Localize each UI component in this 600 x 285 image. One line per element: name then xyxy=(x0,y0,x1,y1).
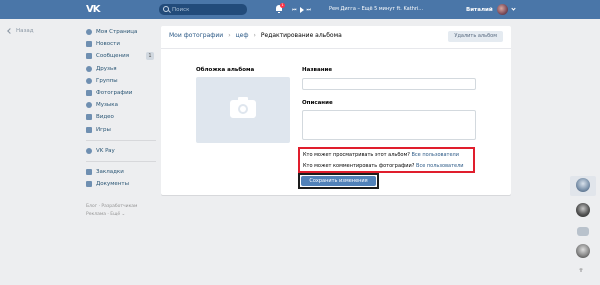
user-name: Виталий xyxy=(466,6,493,13)
back-link[interactable]: Назад xyxy=(7,28,34,34)
camera-icon[interactable] xyxy=(577,227,589,236)
footer-links-1[interactable]: Блог · Разработчикам xyxy=(86,203,137,211)
player-controls: ⏮ ⏭ xyxy=(292,5,311,14)
album-cover-placeholder[interactable] xyxy=(196,77,290,143)
now-playing-track[interactable]: Рем Дигга – Ещё 5 минут ft. Kathri... xyxy=(329,5,423,14)
sidebar-item-documents[interactable]: Документы xyxy=(86,178,156,190)
sidebar-item-label: Видео xyxy=(96,114,114,121)
search-icon xyxy=(163,6,169,12)
description-label: Описание xyxy=(302,100,333,106)
play-icon[interactable] xyxy=(299,6,304,13)
comment-privacy-question: Кто может комментировать фотографии? xyxy=(303,163,415,169)
back-label: Назад xyxy=(16,28,34,34)
vkpay-icon xyxy=(86,147,92,154)
view-privacy-row: Кто может просматривать этот альбом? Все… xyxy=(303,152,459,158)
notifications-badge: 1 xyxy=(280,3,285,8)
sidebar: Моя Страница Новости Сообщения 1 Друзья Г… xyxy=(86,26,156,190)
header-divider xyxy=(161,48,511,49)
prev-icon[interactable]: ⏮ xyxy=(292,7,297,13)
page-title: Редактирование альбома xyxy=(260,32,342,39)
footer-links-2[interactable]: Реклама · Ещё ⌄ xyxy=(86,211,137,219)
breadcrumb-separator: › xyxy=(228,32,231,39)
breadcrumb: Мои фотографии › цеф › Редактирование ал… xyxy=(169,32,342,39)
sidebar-item-label: Друзья xyxy=(96,65,117,72)
chat-avatar[interactable] xyxy=(576,203,590,217)
view-privacy-selector[interactable]: Все пользователи xyxy=(412,152,459,158)
sidebar-item-vkpay[interactable]: VK Pay xyxy=(86,145,156,157)
documents-icon xyxy=(86,181,92,188)
sidebar-item-music[interactable]: Музыка xyxy=(86,99,156,111)
chat-avatar[interactable] xyxy=(576,178,590,192)
games-icon xyxy=(86,126,92,133)
vk-logo[interactable]: VK xyxy=(86,4,104,15)
sidebar-item-label: Группы xyxy=(96,77,118,84)
privacy-settings-highlight: Кто может просматривать этот альбом? Все… xyxy=(298,147,475,173)
sidebar-item-label: Фотографии xyxy=(96,90,133,97)
album-description-input[interactable] xyxy=(302,110,476,140)
chat-avatar[interactable] xyxy=(576,244,590,258)
album-edit-card: Мои фотографии › цеф › Редактирование ал… xyxy=(161,26,511,195)
name-label: Название xyxy=(302,67,333,73)
avatar xyxy=(496,4,508,15)
notifications-button[interactable]: 1 xyxy=(275,3,285,14)
search-box[interactable] xyxy=(159,4,247,15)
sidebar-item-label: VK Pay xyxy=(96,147,115,154)
camera-icon xyxy=(230,97,256,118)
sidebar-item-label: Сообщения xyxy=(96,53,130,60)
cover-label: Обложка альбома xyxy=(196,67,255,73)
sidebar-item-bookmarks[interactable]: Закладки xyxy=(86,166,156,178)
chat-icon xyxy=(86,53,92,60)
save-button-highlight: Сохранить изменения xyxy=(298,173,379,189)
sidebar-item-video[interactable]: Видео xyxy=(86,111,156,123)
groups-icon xyxy=(86,77,92,84)
user-menu[interactable]: Виталий xyxy=(466,4,516,15)
sidebar-item-news[interactable]: Новости xyxy=(86,38,156,50)
breadcrumb-separator: › xyxy=(253,32,256,39)
sidebar-divider xyxy=(86,139,156,141)
news-icon xyxy=(86,41,92,48)
delete-album-button[interactable]: Удалить альбом xyxy=(448,31,503,42)
sidebar-item-games[interactable]: Игры xyxy=(86,124,156,136)
sidebar-item-label: Музыка xyxy=(96,102,118,109)
messages-count-badge: 1 xyxy=(146,52,154,61)
friends-icon xyxy=(86,65,92,72)
album-name-input[interactable] xyxy=(302,78,476,90)
breadcrumb-my-photos[interactable]: Мои фотографии xyxy=(169,32,223,39)
comment-privacy-selector[interactable]: Все пользователи xyxy=(416,163,463,169)
next-icon[interactable]: ⏭ xyxy=(307,7,312,13)
save-changes-button[interactable]: Сохранить изменения xyxy=(301,176,376,186)
sidebar-item-photos[interactable]: Фотографии xyxy=(86,87,156,99)
music-icon xyxy=(86,102,92,109)
breadcrumb-album[interactable]: цеф xyxy=(236,32,249,39)
search-input[interactable] xyxy=(172,4,244,15)
top-bar: VK 1 ⏮ ⏭ Рем Дигга – Ещё 5 минут ft. Kat… xyxy=(0,0,600,19)
photo-icon xyxy=(86,90,92,97)
video-icon xyxy=(86,114,92,121)
home-icon xyxy=(86,29,92,36)
sidebar-divider xyxy=(86,160,156,162)
chevron-down-icon xyxy=(511,6,516,11)
rail-collapse-icon[interactable]: ⇈ xyxy=(579,268,583,274)
sidebar-item-label: Моя Страница xyxy=(96,29,138,36)
sidebar-item-label: Закладки xyxy=(96,168,124,175)
view-privacy-question: Кто может просматривать этот альбом? xyxy=(303,152,410,158)
chevron-left-icon xyxy=(7,28,13,34)
sidebar-item-friends[interactable]: Друзья xyxy=(86,63,156,75)
bookmarks-icon xyxy=(86,168,92,175)
sidebar-footer: Блог · Разработчикам Реклама · Ещё ⌄ xyxy=(86,203,137,219)
sidebar-item-messages[interactable]: Сообщения 1 xyxy=(86,50,156,62)
sidebar-item-label: Документы xyxy=(96,181,129,188)
sidebar-item-my-page[interactable]: Моя Страница xyxy=(86,26,156,38)
sidebar-item-groups[interactable]: Группы xyxy=(86,75,156,87)
comment-privacy-row: Кто может комментировать фотографии? Все… xyxy=(303,163,464,169)
sidebar-item-label: Новости xyxy=(96,41,120,48)
sidebar-item-label: Игры xyxy=(96,126,111,133)
